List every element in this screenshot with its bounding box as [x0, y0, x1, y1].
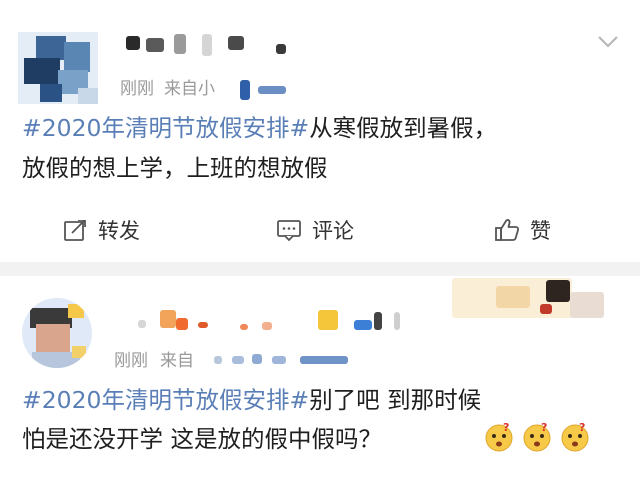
- repost-icon: [64, 217, 88, 241]
- comment-label: 评论: [312, 219, 354, 243]
- repost-label: 转发: [98, 219, 140, 243]
- user-avatar[interactable]: [18, 32, 98, 104]
- post-text-line-2: 放假的想上学，上班的想放假: [22, 154, 328, 182]
- hashtag-link[interactable]: #2020年清明节放假安排#: [22, 386, 309, 414]
- comment-button[interactable]: 评论: [276, 212, 354, 248]
- user-avatar[interactable]: [22, 298, 92, 368]
- post-text-line-2: 怕是还没开学 这是放的假中假吗？: [22, 425, 382, 453]
- svg-text:?: ?: [503, 422, 509, 434]
- weibo-post-1: 刚刚 来自小 #2020年清明节放假安排#从寒假放到暑假， 放假的想上学，上班的…: [0, 0, 640, 262]
- like-label: 赞: [530, 219, 551, 243]
- svg-text:?: ?: [579, 422, 585, 434]
- post-source[interactable]: 来自小: [164, 74, 215, 99]
- post-source[interactable]: 来自: [160, 346, 194, 371]
- like-button[interactable]: 赞: [494, 212, 551, 248]
- post-time: 刚刚: [120, 79, 154, 99]
- post-time: 刚刚: [114, 351, 148, 371]
- post-text: 从寒假放到暑假，: [309, 114, 498, 142]
- thumbs-up-icon: [495, 219, 520, 241]
- confused-face-emoji: ?: [523, 422, 551, 452]
- action-bar: 转发 评论 赞: [0, 202, 640, 258]
- confused-face-emoji: ?: [485, 422, 513, 452]
- comment-icon: [277, 220, 301, 242]
- post-separator: [0, 262, 640, 276]
- chevron-down-icon[interactable]: [596, 34, 620, 50]
- weibo-post-2: 刚刚 来自 #2020年清明节放假安排#别了吧 到那时候 怕是还没开学 这是放的…: [0, 276, 640, 484]
- post-text: 别了吧 到那时候: [309, 386, 482, 414]
- hashtag-link[interactable]: #2020年清明节放假安排#: [22, 114, 309, 142]
- post-text-line-1: #2020年清明节放假安排#别了吧 到那时候: [22, 380, 481, 420]
- repost-button[interactable]: 转发: [62, 212, 140, 248]
- confused-face-emoji: ?: [561, 422, 589, 452]
- post-text-line-1: #2020年清明节放假安排#从寒假放到暑假，: [22, 108, 497, 148]
- svg-text:?: ?: [541, 422, 547, 434]
